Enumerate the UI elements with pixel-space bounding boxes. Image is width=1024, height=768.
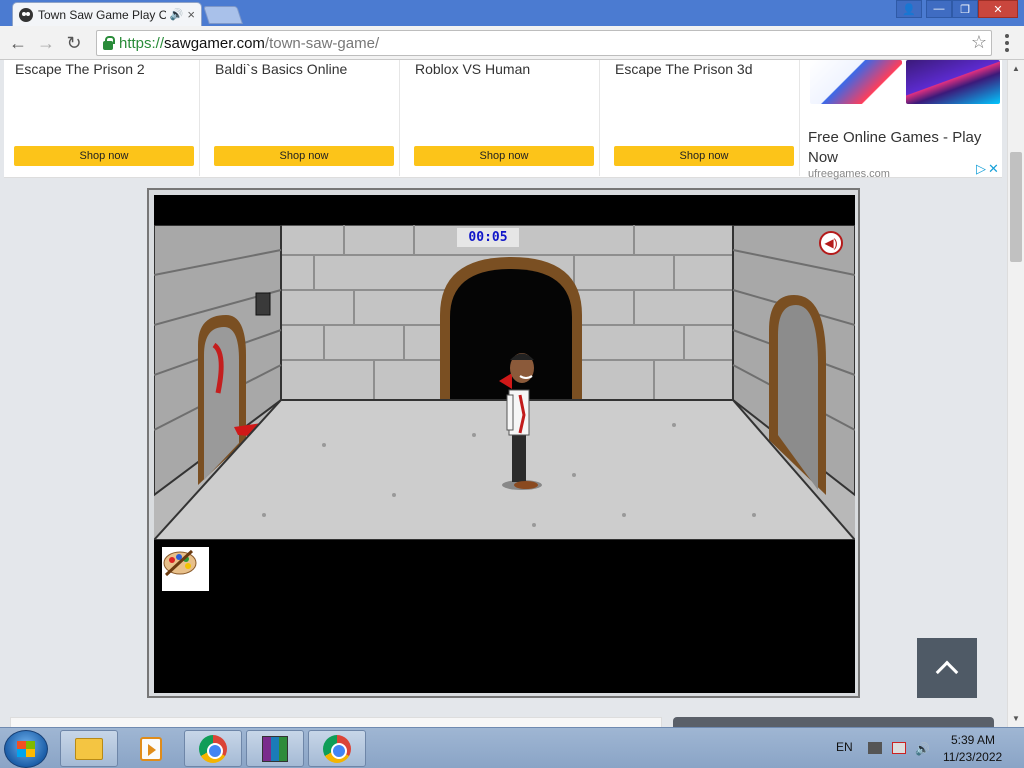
clock-date[interactable]: 11/23/2022 — [943, 750, 1002, 764]
url-scheme: https:// — [119, 34, 165, 52]
volume-icon[interactable]: 🔊 — [915, 742, 930, 756]
bookmark-star-icon[interactable]: ☆ — [971, 32, 987, 53]
shop-now-button[interactable]: Shop now — [14, 146, 194, 166]
start-button[interactable] — [4, 730, 48, 768]
shop-now-button[interactable]: Shop now — [214, 146, 394, 166]
user-icon: 👤 — [902, 3, 916, 16]
windows-taskbar: EN 🔊 5:39 AM 11/23/2022 — [0, 727, 1024, 768]
chrome-icon — [323, 734, 351, 763]
back-arrow-icon[interactable]: ← — [6, 31, 30, 55]
speaker-icon[interactable]: 🔊 — [170, 8, 184, 21]
clock-time[interactable]: 5:39 AM — [951, 733, 995, 747]
tab-close-icon[interactable]: × — [187, 7, 195, 22]
profile-button[interactable]: 👤 — [896, 0, 922, 18]
lock-icon — [103, 35, 115, 50]
reload-icon[interactable]: ↻ — [62, 31, 86, 55]
ad-title: Baldi`s Basics Online — [215, 61, 348, 77]
promo-thumbnail[interactable] — [810, 60, 902, 104]
ad-card[interactable]: Roblox VS Human Shop now — [404, 60, 600, 176]
game-timer: 00:05 — [457, 228, 519, 247]
network-icon[interactable] — [868, 742, 882, 754]
ad-card[interactable]: Escape The Prison 2 Shop now — [4, 60, 200, 176]
windows-logo-icon — [17, 741, 35, 757]
tab-title: Town Saw Game Play O — [38, 7, 166, 22]
scroll-up-arrow-icon[interactable]: ▲ — [1012, 64, 1020, 73]
action-center-icon[interactable] — [892, 742, 906, 754]
game-scene[interactable] — [154, 195, 855, 693]
url-host: sawgamer.com — [164, 34, 265, 52]
browser-toolbar: ← → ↻ https:// sawgamer.com /town-saw-ga… — [0, 26, 1024, 60]
chrome-icon — [199, 734, 227, 763]
scrollbar-thumb[interactable] — [1010, 152, 1022, 262]
promo-ad[interactable]: Free Online Games - Play Now ufreegames.… — [804, 60, 1002, 180]
ad-card[interactable]: Baldi`s Basics Online Shop now — [204, 60, 400, 176]
paint-palette-icon — [163, 549, 197, 577]
winrar-icon — [262, 735, 288, 762]
minimize-button[interactable]: — — [926, 0, 952, 18]
ad-title: Escape The Prison 3d — [615, 61, 753, 77]
maximize-button[interactable]: ❐ — [952, 0, 978, 18]
browser-menu-icon[interactable] — [1000, 34, 1014, 52]
taskbar-chrome-2[interactable] — [308, 730, 366, 767]
chevron-up-icon — [935, 660, 959, 684]
scroll-to-top-button[interactable] — [917, 638, 977, 698]
ad-title: Escape The Prison 2 — [15, 61, 145, 77]
taskbar-explorer[interactable] — [60, 730, 118, 767]
forward-arrow-icon[interactable]: → — [34, 31, 58, 55]
scroll-down-arrow-icon[interactable]: ▼ — [1012, 714, 1020, 723]
folder-icon — [75, 737, 103, 760]
promo-source: ufreegames.com — [808, 168, 890, 180]
adchoices-icon[interactable]: ▷✕ — [976, 161, 1001, 177]
promo-thumbnail[interactable] — [906, 60, 1000, 104]
language-indicator[interactable]: EN — [836, 740, 853, 754]
taskbar-chrome[interactable] — [184, 730, 242, 767]
browser-title-bar: Town Saw Game Play O 🔊 × 👤 — ❐ ✕ — [0, 0, 1024, 26]
address-bar[interactable]: https:// sawgamer.com /town-saw-game/ ☆ — [96, 30, 992, 56]
ad-banner: Escape The Prison 2 Shop now Baldi`s Bas… — [4, 60, 1002, 180]
inventory-slot[interactable] — [162, 547, 209, 591]
media-player-icon — [140, 736, 162, 761]
sidebar-box — [673, 717, 994, 727]
ad-title: Roblox VS Human — [415, 61, 531, 77]
site-favicon-icon — [19, 7, 33, 22]
browser-tab[interactable]: Town Saw Game Play O 🔊 × — [12, 2, 202, 26]
url-path: /town-saw-game/ — [264, 34, 380, 52]
page-scrollbar[interactable]: ▲ ▼ — [1007, 60, 1024, 727]
ad-card[interactable]: Escape The Prison 3d Shop now — [604, 60, 800, 176]
shop-now-button[interactable]: Shop now — [414, 146, 594, 166]
taskbar-media-player[interactable] — [122, 730, 180, 767]
shop-now-button[interactable]: Shop now — [614, 146, 794, 166]
game-canvas[interactable]: 00:05 ◀) — [154, 195, 855, 693]
close-window-button[interactable]: ✕ — [978, 0, 1018, 18]
taskbar-winrar[interactable] — [246, 730, 304, 767]
new-tab-button[interactable] — [203, 6, 243, 24]
promo-title[interactable]: Free Online Games - Play Now — [808, 128, 998, 168]
speaker-icon[interactable]: ◀) — [819, 231, 843, 255]
page-viewport: Escape The Prison 2 Shop now Baldi`s Bas… — [0, 60, 1007, 727]
comments-box — [10, 717, 662, 727]
game-frame: 00:05 ◀) — [147, 188, 860, 698]
